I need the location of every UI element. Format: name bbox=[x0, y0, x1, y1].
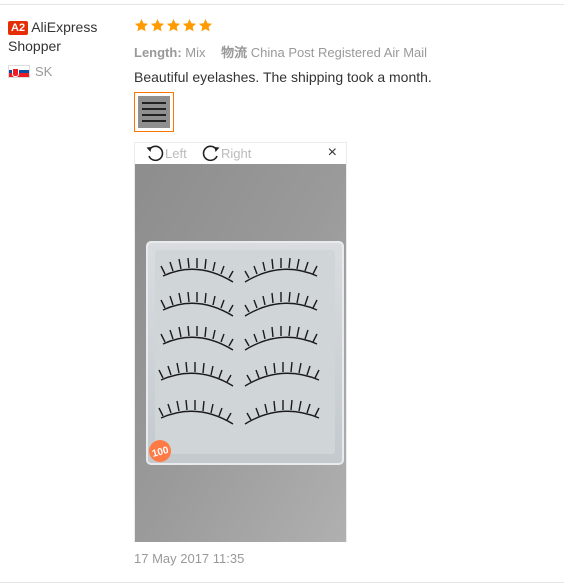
review-photo-thumbnail[interactable] bbox=[134, 92, 174, 132]
length-label: Length: bbox=[134, 45, 182, 60]
review-content: Length: Mix 物流 China Post Registered Air… bbox=[134, 14, 554, 85]
rotate-left-label: Left bbox=[165, 145, 187, 161]
review-text: Beautiful eyelashes. The shipping took a… bbox=[134, 69, 432, 85]
photo-viewer-toolbar: Left Right × bbox=[135, 143, 346, 163]
slovakia-flag-icon bbox=[8, 65, 30, 78]
star-icon bbox=[166, 18, 181, 31]
close-viewer-button[interactable]: × bbox=[328, 145, 337, 161]
thumbnail-image bbox=[138, 96, 170, 128]
review-date: 17 May 2017 11:35 bbox=[134, 551, 245, 566]
rotate-right-icon bbox=[202, 145, 220, 162]
reviewer-name-line: A2 AliExpress Shopper bbox=[8, 18, 128, 56]
star-icon bbox=[198, 18, 213, 31]
star-rating bbox=[134, 14, 554, 36]
rotate-left-button[interactable]: Left bbox=[145, 144, 187, 162]
star-icon bbox=[182, 18, 197, 31]
reviewer-country: SK bbox=[8, 64, 128, 79]
length-value: Mix bbox=[185, 45, 206, 60]
star-icon bbox=[134, 18, 149, 31]
shipping-info: 物流 China Post Registered Air Mail bbox=[221, 45, 427, 60]
shipping-label: 物流 bbox=[221, 45, 248, 60]
bottom-divider bbox=[0, 582, 564, 583]
user-level-badge: A2 bbox=[8, 21, 29, 35]
top-divider bbox=[0, 4, 564, 5]
rotate-right-button[interactable]: Right bbox=[201, 144, 251, 162]
rotate-right-label: Right bbox=[221, 145, 252, 161]
order-info: Length: Mix 物流 China Post Registered Air… bbox=[134, 42, 554, 61]
country-code: SK bbox=[35, 64, 53, 79]
photo-viewer: Left Right × 100 bbox=[134, 142, 347, 542]
rotate-left-icon bbox=[146, 145, 164, 162]
eyelash-product-photo: 100 bbox=[135, 164, 346, 542]
shipping-value: China Post Registered Air Mail bbox=[250, 45, 428, 60]
star-icon bbox=[150, 18, 165, 31]
reviewer-info: A2 AliExpress Shopper SK bbox=[8, 18, 128, 79]
